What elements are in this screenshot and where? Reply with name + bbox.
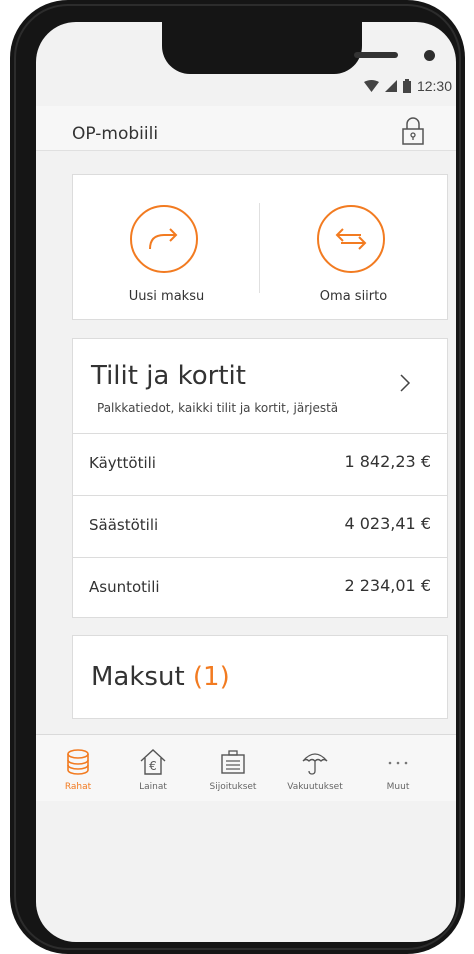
lock-icon	[402, 117, 424, 145]
account-name: Säästötili	[89, 516, 159, 534]
svg-text:€: €	[149, 759, 157, 773]
bottom-tab-bar: Rahat € Lainat Sijoitukset Vakuutukset M…	[36, 734, 456, 801]
tab-sijoitukset[interactable]: Sijoitukset	[191, 735, 275, 801]
app-title: OP-mobiili	[72, 124, 159, 144]
phone-screen: 12:30 OP-mobiili Uusi maksu Oma siirto T…	[36, 22, 456, 942]
more-dots-icon	[388, 761, 408, 765]
front-camera	[424, 50, 435, 61]
accounts-title: Tilit ja kortit	[91, 361, 246, 391]
umbrella-icon	[302, 753, 328, 775]
account-name: Käyttötili	[89, 454, 156, 472]
payments-title: Maksut (1)	[91, 662, 230, 692]
account-row-kayttotili[interactable]: Käyttötili 1 842,23 €	[73, 433, 447, 496]
own-transfer-label: Oma siirto	[319, 289, 388, 304]
wifi-icon	[363, 80, 379, 92]
house-euro-icon: €	[140, 749, 166, 775]
coins-icon	[67, 749, 89, 775]
account-balance: 2 234,01 €	[344, 576, 431, 595]
status-bar: 12:30	[36, 72, 456, 108]
chevron-right-icon	[400, 374, 411, 392]
tab-label: Sijoitukset	[209, 782, 257, 792]
account-row-saastotili[interactable]: Säästötili 4 023,41 €	[73, 495, 447, 558]
new-payment-button[interactable]: Uusi maksu	[73, 175, 260, 319]
accounts-subtitle: Palkkatiedot, kaikki tilit ja kortit, jä…	[97, 401, 339, 415]
speaker-grille	[354, 52, 398, 58]
phone-frame: 12:30 OP-mobiili Uusi maksu Oma siirto T…	[10, 0, 465, 954]
tab-rahat[interactable]: Rahat	[36, 735, 120, 801]
battery-icon	[402, 79, 411, 93]
payments-count: (1)	[192, 662, 230, 692]
briefcase-icon	[221, 750, 245, 774]
tab-label: Rahat	[64, 782, 92, 792]
payments-card[interactable]: Maksut (1)	[72, 635, 448, 719]
signal-icon	[384, 80, 397, 92]
new-payment-circle	[130, 205, 198, 273]
account-name: Asuntotili	[89, 578, 160, 596]
account-row-asuntotili[interactable]: Asuntotili 2 234,01 €	[73, 557, 447, 618]
own-transfer-circle	[317, 205, 385, 273]
arrow-right-curved-icon	[149, 228, 178, 250]
app-bar: OP-mobiili	[36, 106, 456, 151]
account-balance: 4 023,41 €	[344, 514, 431, 533]
tab-muut[interactable]: Muut	[356, 735, 440, 801]
accounts-card: Tilit ja kortit Palkkatiedot, kaikki til…	[72, 338, 448, 618]
tab-label: Vakuutukset	[287, 782, 343, 792]
lock-button[interactable]	[400, 116, 426, 146]
quick-actions-card: Uusi maksu Oma siirto	[72, 174, 448, 320]
own-transfer-button[interactable]: Oma siirto	[260, 175, 447, 319]
status-time: 12:30	[416, 78, 452, 94]
swap-arrows-icon	[335, 228, 367, 250]
tab-label: Lainat	[139, 782, 167, 792]
account-balance: 1 842,23 €	[344, 452, 431, 471]
tab-lainat[interactable]: € Lainat	[111, 735, 195, 801]
new-payment-label: Uusi maksu	[128, 289, 205, 304]
payments-title-text: Maksut	[91, 662, 185, 692]
tab-label: Muut	[386, 782, 410, 792]
phone-notch	[162, 22, 435, 74]
tab-vakuutukset[interactable]: Vakuutukset	[273, 735, 357, 801]
